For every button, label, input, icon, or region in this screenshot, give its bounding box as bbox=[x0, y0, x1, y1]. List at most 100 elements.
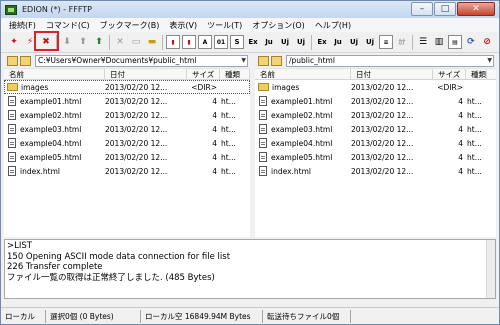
refresh-icon[interactable]: ▤ bbox=[448, 35, 462, 49]
column-type[interactable]: 種類 bbox=[466, 69, 487, 79]
menu-command[interactable]: コマンド(C) bbox=[41, 20, 95, 31]
log-panel[interactable]: >LIST 150 Opening ASCII mode data connec… bbox=[4, 239, 496, 299]
remote-file-list: images 2013/02/20 12... <DIR> example01.… bbox=[255, 80, 496, 178]
column-date[interactable]: 日付 bbox=[351, 69, 433, 79]
download-icon[interactable]: ⬇ bbox=[60, 35, 74, 49]
file-icon bbox=[259, 124, 267, 134]
window-title: EDION (*) - FFFTP bbox=[22, 5, 92, 14]
kana-convert-icon[interactable]: ｶﾅ bbox=[395, 35, 409, 49]
remote-path-input[interactable]: /public_html ▼ bbox=[286, 54, 494, 67]
new-folder-icon[interactable]: ▬ bbox=[145, 35, 159, 49]
detail-view-icon[interactable]: ▥ bbox=[432, 35, 446, 49]
kanji-mode-jis-icon[interactable]: Ju bbox=[262, 35, 276, 49]
file-icon bbox=[8, 96, 16, 106]
remote-kanji-utf8-icon[interactable]: Uj bbox=[363, 35, 377, 49]
list-item[interactable]: example05.html 2013/02/20 12... 4 ht... bbox=[255, 150, 496, 164]
open-folder-icon[interactable] bbox=[271, 55, 282, 66]
file-icon bbox=[8, 124, 16, 134]
column-name[interactable]: 名前 bbox=[255, 69, 351, 79]
file-name: index.html bbox=[271, 166, 311, 176]
file-name: example02.html bbox=[271, 110, 333, 120]
maximize-button[interactable]: □ bbox=[434, 2, 456, 16]
ffftp-app-icon[interactable] bbox=[5, 4, 17, 15]
file-name: example01.html bbox=[20, 96, 82, 106]
connect-icon[interactable]: ✦ bbox=[7, 35, 21, 49]
menu-bar: 接続(F) コマンド(C) ブックマーク(B) 表示(V) ツール(T) オプシ… bbox=[1, 18, 499, 32]
file-name: example05.html bbox=[20, 152, 82, 162]
stop-icon[interactable]: ⊘ bbox=[480, 35, 494, 49]
upload-icon[interactable]: ⬆ bbox=[76, 35, 90, 49]
remote-kanji-utf8n-icon[interactable]: Uj bbox=[347, 35, 361, 49]
list-item[interactable]: example01.html 2013/02/20 12... 4 ht... bbox=[4, 94, 250, 108]
list-item[interactable]: images 2013/02/20 12... <DIR> bbox=[255, 80, 496, 94]
menu-help[interactable]: ヘルプ(H) bbox=[310, 20, 356, 31]
status-side: ローカル bbox=[1, 309, 46, 323]
rename-icon[interactable]: ▭ bbox=[129, 35, 143, 49]
file-size: 4 bbox=[458, 96, 463, 106]
sync-icon[interactable]: ⟳ bbox=[464, 35, 478, 49]
file-name: images bbox=[21, 82, 49, 92]
kanji-mode-euc-icon[interactable]: Ex bbox=[246, 35, 260, 49]
file-size: 4 bbox=[212, 152, 217, 162]
column-name[interactable]: 名前 bbox=[4, 69, 105, 79]
list-item[interactable]: example03.html 2013/02/20 12... 4 ht... bbox=[255, 122, 496, 136]
file-date: 2013/02/20 12... bbox=[105, 110, 168, 120]
list-item[interactable]: example02.html 2013/02/20 12... 4 ht... bbox=[255, 108, 496, 122]
menu-bookmark[interactable]: ブックマーク(B) bbox=[95, 20, 165, 31]
menu-view[interactable]: 表示(V) bbox=[164, 20, 202, 31]
local-path-text: C:¥Users¥Owner¥Documents¥public_html bbox=[38, 55, 197, 65]
column-size[interactable]: サイズ bbox=[187, 69, 220, 79]
kanji-convert-icon[interactable]: ≡ bbox=[379, 35, 393, 49]
remote-dir-up-icon[interactable]: ▮ bbox=[166, 35, 180, 49]
chevron-down-icon[interactable]: ▼ bbox=[241, 56, 246, 66]
column-size[interactable]: サイズ bbox=[433, 69, 466, 79]
menu-options[interactable]: オプション(O) bbox=[247, 20, 310, 31]
file-icon bbox=[259, 138, 267, 148]
column-date[interactable]: 日付 bbox=[105, 69, 187, 79]
file-name: example04.html bbox=[271, 138, 333, 148]
file-size: 4 bbox=[458, 152, 463, 162]
delete-icon[interactable]: ✕ bbox=[113, 35, 127, 49]
list-item[interactable]: example01.html 2013/02/20 12... 4 ht... bbox=[255, 94, 496, 108]
file-size: 4 bbox=[212, 96, 217, 106]
remote-kanji-jis-icon[interactable]: Ju bbox=[331, 35, 345, 49]
transfer-mode-binary-icon[interactable]: 01 bbox=[214, 35, 228, 49]
column-type[interactable]: 種類 bbox=[220, 69, 250, 79]
chevron-down-icon[interactable]: ▼ bbox=[487, 56, 492, 66]
file-name: example04.html bbox=[20, 138, 82, 148]
file-date: 2013/02/20 12... bbox=[105, 138, 168, 148]
menu-connect[interactable]: 接続(F) bbox=[4, 20, 41, 31]
file-type: ht... bbox=[467, 152, 482, 162]
file-icon bbox=[8, 138, 16, 148]
mirror-upload-icon[interactable]: ⬆ bbox=[92, 35, 106, 49]
close-button[interactable]: ✕ bbox=[457, 2, 495, 16]
file-name: example03.html bbox=[271, 124, 333, 134]
status-bar: ローカル 選択0個 (0 Bytes) ローカル空 16849.94M Byte… bbox=[1, 307, 499, 324]
log-scrollbar[interactable] bbox=[486, 240, 495, 298]
transfer-mode-ascii-icon[interactable]: A bbox=[198, 35, 212, 49]
list-view-icon[interactable]: ☰ bbox=[416, 35, 430, 49]
list-item[interactable]: example04.html 2013/02/20 12... 4 ht... bbox=[4, 136, 250, 150]
log-line: >LIST bbox=[7, 241, 32, 251]
list-item[interactable]: example05.html 2013/02/20 12... 4 ht... bbox=[4, 150, 250, 164]
kanji-mode-none-icon[interactable]: S bbox=[230, 35, 244, 49]
open-folder-icon[interactable] bbox=[20, 55, 31, 66]
kanji-mode-utf8n-icon[interactable]: Uj bbox=[278, 35, 292, 49]
file-type: ht... bbox=[467, 124, 482, 134]
list-item[interactable]: index.html 2013/02/20 12... 4 ht... bbox=[255, 164, 496, 178]
list-item[interactable]: example03.html 2013/02/20 12... 4 ht... bbox=[4, 122, 250, 136]
list-item[interactable]: images 2013/02/20 12... <DIR> bbox=[4, 80, 250, 94]
minimize-button[interactable]: – bbox=[411, 2, 433, 16]
list-item[interactable]: example04.html 2013/02/20 12... 4 ht... bbox=[255, 136, 496, 150]
list-item[interactable]: example02.html 2013/02/20 12... 4 ht... bbox=[4, 108, 250, 122]
list-item[interactable]: index.html 2013/02/20 12... 4 ht... bbox=[4, 164, 250, 178]
kanji-mode-utf8-icon[interactable]: Uj bbox=[294, 35, 308, 49]
status-local-free: ローカル空 16849.94M Bytes bbox=[141, 309, 263, 323]
file-name: index.html bbox=[20, 166, 60, 176]
remote-kanji-euc-icon[interactable]: Ex bbox=[315, 35, 329, 49]
folder-up-icon[interactable] bbox=[258, 55, 269, 66]
menu-tools[interactable]: ツール(T) bbox=[202, 20, 247, 31]
folder-up-icon[interactable] bbox=[7, 55, 18, 66]
local-path-input[interactable]: C:¥Users¥Owner¥Documents¥public_html ▼ bbox=[35, 54, 248, 67]
local-dir-up-icon[interactable]: ▮ bbox=[182, 35, 196, 49]
